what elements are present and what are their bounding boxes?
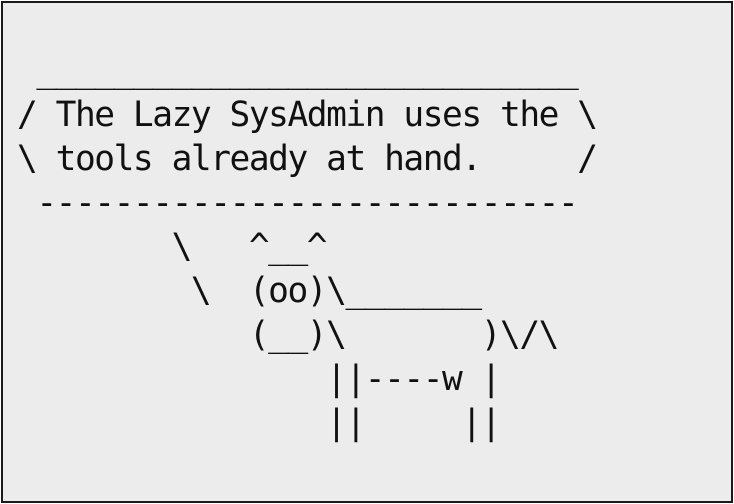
speech-bubble-top: ____________________________ bbox=[17, 51, 578, 91]
speech-bubble-bottom: ---------------------------- bbox=[17, 183, 578, 223]
cow-art-line-2: \ (oo)\_______ bbox=[17, 271, 482, 311]
cow-art-line-4: ||----w | bbox=[17, 359, 501, 399]
speech-bubble-line-1: / The Lazy SysAdmin uses the \ bbox=[17, 95, 598, 135]
cow-art-line-1: \ ^__^ bbox=[17, 227, 328, 267]
cowsay-output: ____________________________ / The Lazy S… bbox=[17, 49, 598, 445]
terminal-window: ____________________________ / The Lazy S… bbox=[1, 1, 733, 503]
speech-bubble-line-2: \ tools already at hand. / bbox=[17, 139, 598, 179]
cow-art-line-3: (__)\ )\/\ bbox=[17, 315, 560, 355]
cow-art-line-5: || || bbox=[17, 403, 501, 443]
